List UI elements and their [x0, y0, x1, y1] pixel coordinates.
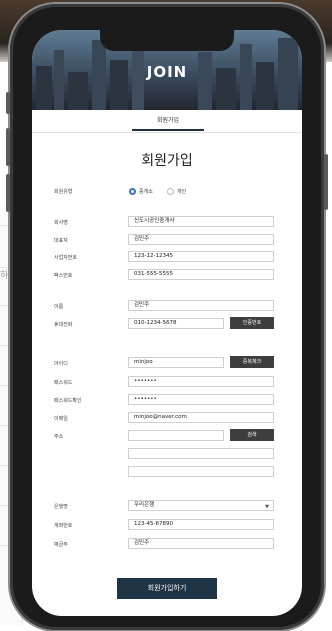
phone-volume-up-button [6, 128, 10, 166]
account-no-input[interactable]: 123-45-67890 [128, 519, 274, 530]
radio-broker-label: 중개소 [139, 189, 153, 195]
email-label: 이메일 [54, 416, 68, 422]
chevron-down-icon: ▼ [265, 504, 269, 510]
name-input[interactable]: 김민주 [128, 300, 274, 311]
fax-input[interactable]: 031-555-5555 [128, 269, 274, 280]
duplicate-check-button[interactable]: 중복체크 [230, 356, 274, 368]
phone-mute-button [6, 92, 10, 114]
address-line1-input[interactable] [128, 448, 274, 459]
radio-broker[interactable] [129, 188, 136, 195]
radio-individual-label: 개인 [177, 189, 187, 195]
user-id-input[interactable]: minjoo [128, 357, 224, 368]
bank-select-value: 우리은행 [134, 502, 155, 508]
phone-frame: JOIN 회원가입 회원가입 회원유형 중개소 개인 회사명 신도시공인중개사 … [6, 4, 328, 630]
biz-no-label: 사업자번호 [54, 255, 78, 261]
ceo-input[interactable]: 김민주 [128, 234, 274, 245]
tab-bar: 회원가입 [32, 110, 302, 133]
account-no-label: 계좌번호 [54, 523, 73, 529]
address-search-button[interactable]: 검색 [230, 429, 274, 441]
address-label: 주소 [54, 434, 64, 440]
password-confirm-input[interactable]: ••••••• [128, 394, 274, 405]
email-input[interactable]: minjoo@naver.com [128, 412, 274, 423]
hero-title: JOIN [146, 63, 188, 81]
phone-power-button [324, 154, 328, 210]
phone-volume-down-button [6, 174, 10, 212]
member-type-label: 회원유형 [54, 189, 73, 195]
zipcode-input[interactable] [128, 430, 224, 441]
signup-submit-button[interactable]: 회원가입하기 [117, 578, 217, 599]
password-label: 패스워드 [54, 380, 73, 386]
bank-select[interactable]: 우리은행 ▼ [128, 500, 274, 511]
mobile-input[interactable]: 010-1234-5678 [128, 318, 224, 329]
fax-label: 팩스번호 [54, 273, 73, 279]
form-title: 회원가입 [141, 153, 193, 169]
password-input[interactable]: ••••••• [128, 376, 274, 387]
phone-screen: JOIN 회원가입 회원가입 회원유형 중개소 개인 회사명 신도시공인중개사 … [32, 30, 302, 616]
biz-no-input[interactable]: 123-12-12345 [128, 251, 274, 262]
company-name-input[interactable]: 신도시공인중개사 [128, 216, 274, 227]
ceo-label: 대표자 [54, 238, 68, 244]
user-id-label: 아이디 [54, 361, 68, 367]
depositor-label: 예금주 [54, 542, 68, 548]
bank-label: 은행명 [54, 504, 68, 510]
depositor-input[interactable]: 김민주 [128, 538, 274, 549]
address-line2-input[interactable] [128, 466, 274, 477]
radio-individual[interactable] [167, 188, 174, 195]
tab-signup[interactable]: 회원가입 [132, 115, 204, 131]
phone-notch [100, 30, 234, 51]
company-name-label: 회사명 [54, 220, 68, 226]
name-label: 이름 [54, 304, 64, 310]
mobile-label: 휴대전화 [54, 322, 73, 328]
password-confirm-label: 패스워드확인 [54, 398, 82, 404]
verify-code-button[interactable]: 인증번호 [230, 317, 274, 329]
